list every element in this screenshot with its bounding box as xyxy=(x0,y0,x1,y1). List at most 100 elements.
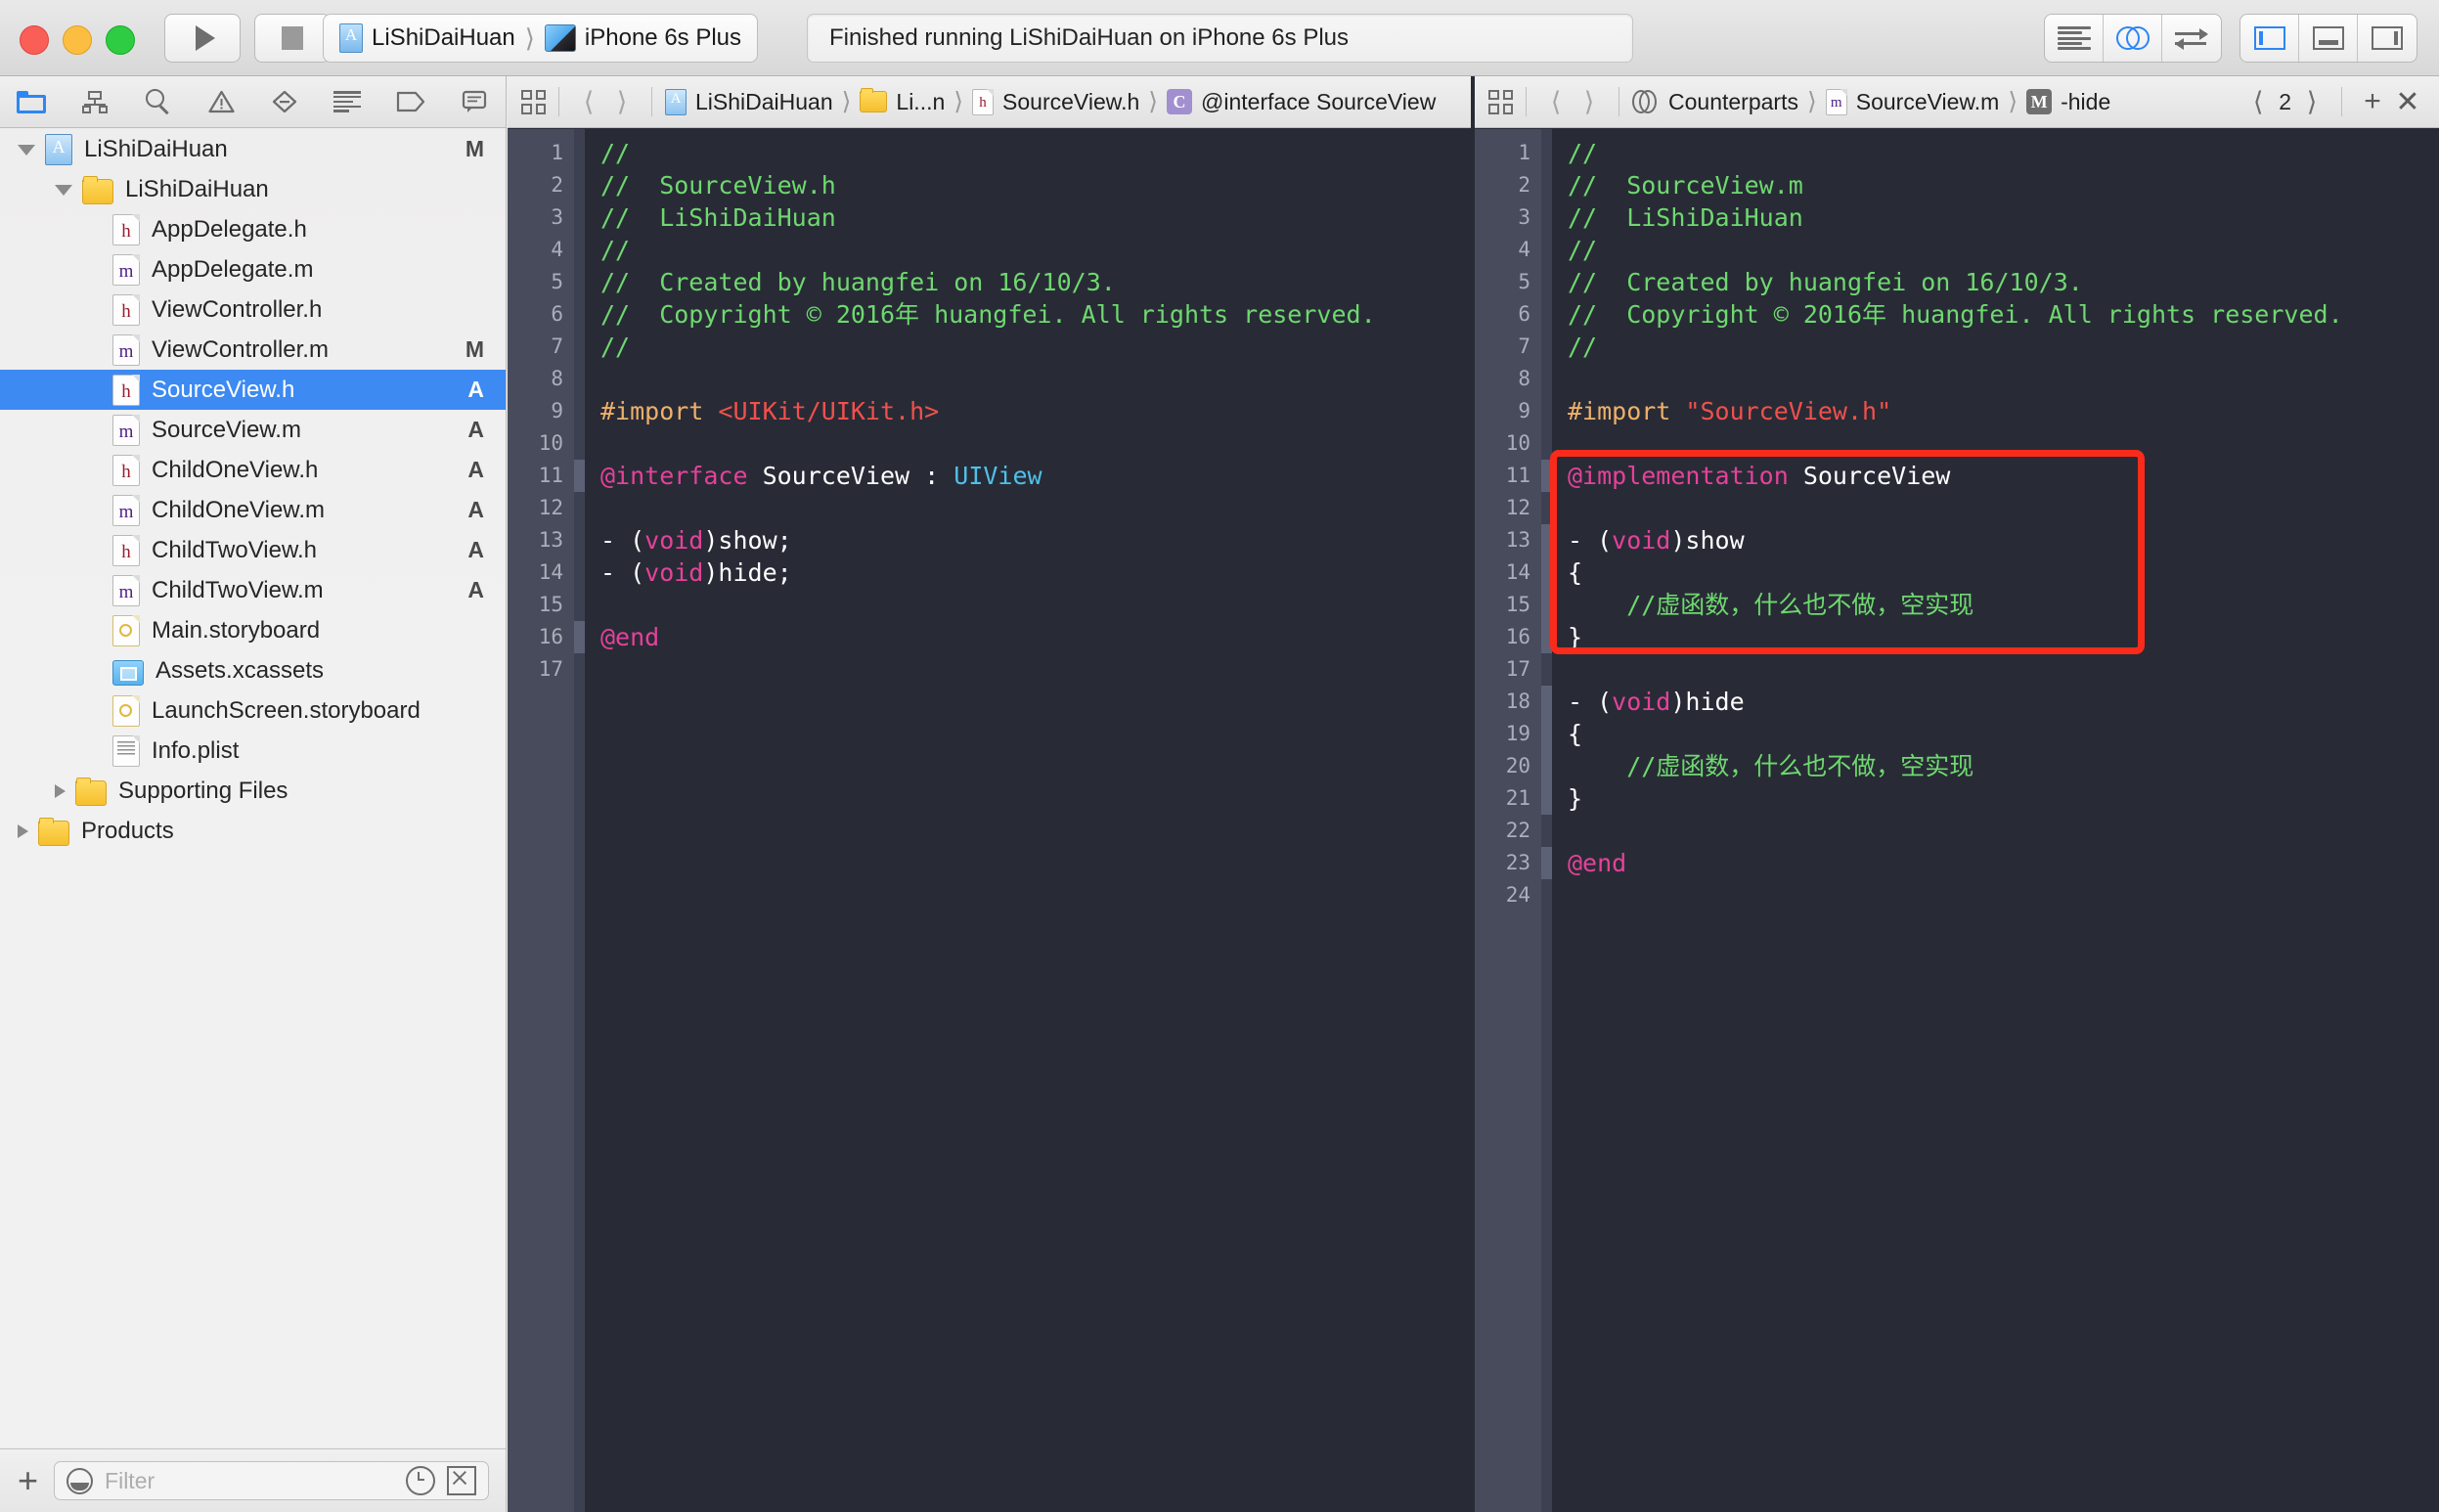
line-number: 2 xyxy=(1518,173,1530,197)
navigator-tab-bar[interactable] xyxy=(0,76,506,128)
code-token: // Created by huangfei on 16/10/3. xyxy=(600,268,1116,296)
code-line: #import "SourceView.h" xyxy=(1568,395,2439,427)
list-item[interactable]: m ChildTwoView.m A xyxy=(0,570,506,610)
scheme-destination[interactable]: iPhone 6s Plus xyxy=(544,24,741,52)
breadcrumb-file[interactable]: h SourceView.h xyxy=(972,88,1140,115)
code-line: // LiShiDaiHuan xyxy=(1568,201,2439,234)
impl-file-icon: m xyxy=(112,253,140,286)
add-file-button[interactable]: + xyxy=(18,1463,38,1498)
scheme-project[interactable]: LiShiDaiHuan xyxy=(339,23,515,53)
previous-counterpart-button[interactable]: ⟨ xyxy=(2241,87,2275,117)
assistant-editor-button[interactable] xyxy=(2104,15,2162,62)
list-item[interactable]: Products xyxy=(0,811,506,851)
list-item[interactable]: m AppDelegate.m xyxy=(0,249,506,289)
toggle-navigator-button[interactable] xyxy=(2240,15,2299,62)
source-control-filter-icon[interactable] xyxy=(447,1466,477,1495)
stop-button[interactable] xyxy=(254,14,331,63)
breadcrumb-symbol[interactable]: M -hide xyxy=(2026,89,2110,115)
list-item[interactable]: m ChildOneView.m A xyxy=(0,490,506,530)
sidebar-item-report-navigator[interactable] xyxy=(442,76,506,127)
project-file-tree[interactable]: LiShiDaiHuan M LiShiDaiHuan h AppDelegate.h m… xyxy=(0,129,506,1447)
toggle-utilities-button[interactable] xyxy=(2358,15,2417,62)
code-text-left[interactable]: // // SourceView.h // LiShiDaiHuan // // Cre… xyxy=(585,129,1471,1512)
list-item[interactable]: m SourceView.m A xyxy=(0,410,506,450)
list-item[interactable]: h ViewController.h xyxy=(0,289,506,330)
sidebar-item-symbol-navigator[interactable] xyxy=(64,76,127,127)
sidebar-item-debug-navigator[interactable] xyxy=(316,76,379,127)
disclosure-triangle-icon[interactable] xyxy=(18,823,28,838)
filter-field[interactable] xyxy=(54,1461,490,1500)
standard-editor-button[interactable] xyxy=(2045,15,2104,62)
related-items-icon[interactable] xyxy=(1488,89,1513,114)
list-item[interactable]: Main.storyboard xyxy=(0,610,506,650)
view-toggle-segmented-control[interactable] xyxy=(2239,14,2417,63)
toggle-debug-area-button[interactable] xyxy=(2299,15,2358,62)
divider xyxy=(2341,87,2342,116)
close-window-button[interactable] xyxy=(20,25,49,55)
version-editor-button[interactable] xyxy=(2162,15,2221,62)
go-forward-button[interactable]: ⟩ xyxy=(1573,87,1606,117)
line-number: 23 xyxy=(1505,851,1530,874)
go-back-button[interactable]: ⟨ xyxy=(1539,87,1573,117)
source-editor-left[interactable]: 1 2 3 4 5 6 7 8 9 10 11 12 13 14 15 16 17 //// SourceVie… xyxy=(508,129,1471,1512)
breadcrumb-project[interactable]: LiShiDaiHuan xyxy=(665,88,833,115)
code-token: )show; xyxy=(703,526,792,555)
code-text-right[interactable]: // // SourceView.m // LiShiDaiHuan // // Cre… xyxy=(1552,129,2439,1512)
breadcrumb-label: SourceView.h xyxy=(1002,88,1140,114)
breadcrumb-counterparts[interactable]: Counterparts xyxy=(1632,88,1798,115)
code-line: // Copyright © 2016年 huangfei. All right… xyxy=(1568,298,2439,331)
code-token: // xyxy=(600,139,631,167)
list-item[interactable]: LiShiDaiHuan M xyxy=(0,129,506,169)
divider xyxy=(558,87,559,116)
code-line: { xyxy=(1568,718,2439,750)
related-items-icon[interactable] xyxy=(521,89,546,114)
sidebar-item-breakpoint-navigator[interactable] xyxy=(379,76,443,127)
list-item[interactable]: Assets.xcassets xyxy=(0,650,506,690)
line-number: 3 xyxy=(551,205,563,229)
disclosure-triangle-icon[interactable] xyxy=(55,783,66,798)
sidebar-item-find-navigator[interactable] xyxy=(126,76,190,127)
code-token: { xyxy=(1568,720,1583,748)
sidebar-item-project-navigator[interactable] xyxy=(0,76,64,127)
add-assistant-editor-button[interactable]: + xyxy=(2355,85,2390,118)
search-input[interactable] xyxy=(103,1466,397,1495)
jump-bar-left[interactable]: ⟨ ⟩ LiShiDaiHuan ⟩ Li...n ⟩ h SourceView… xyxy=(508,76,1471,128)
list-item[interactable]: LiShiDaiHuan xyxy=(0,169,506,209)
list-item[interactable]: h ChildOneView.h A xyxy=(0,450,506,490)
go-forward-button[interactable]: ⟩ xyxy=(605,87,639,117)
jump-bar-right[interactable]: ⟨ ⟩ Counterparts ⟩ m SourceView.m ⟩ M -h… xyxy=(1475,76,2439,128)
code-token: @end xyxy=(1568,849,1627,877)
disclosure-triangle-icon[interactable] xyxy=(55,185,72,196)
list-item[interactable]: m ViewController.m M xyxy=(0,330,506,370)
recent-files-icon[interactable] xyxy=(406,1466,436,1495)
list-item[interactable]: h SourceView.h A xyxy=(0,370,506,410)
code-token: // Created by huangfei on 16/10/3. xyxy=(1568,268,2083,296)
list-item[interactable]: Supporting Files xyxy=(0,771,506,811)
minimize-window-button[interactable] xyxy=(63,25,92,55)
sidebar-item-test-navigator[interactable] xyxy=(253,76,317,127)
close-assistant-editor-button[interactable]: ✕ xyxy=(2390,85,2425,119)
list-item[interactable]: h ChildTwoView.h A xyxy=(0,530,506,570)
breadcrumb-file[interactable]: m SourceView.m xyxy=(1825,88,1999,115)
editor-mode-segmented-control[interactable] xyxy=(2044,14,2222,63)
list-item[interactable]: h AppDelegate.h xyxy=(0,209,506,249)
divider xyxy=(651,87,652,116)
line-number: 8 xyxy=(1518,367,1530,390)
disclosure-triangle-icon[interactable] xyxy=(18,145,35,156)
report-lines-icon xyxy=(333,91,362,112)
scheme-selector[interactable]: LiShiDaiHuan ⟩ iPhone 6s Plus xyxy=(323,14,759,63)
breadcrumb-group[interactable]: Li...n xyxy=(860,88,945,115)
next-counterpart-button[interactable]: ⟩ xyxy=(2295,87,2328,117)
code-token: - ( xyxy=(600,558,645,587)
run-button[interactable] xyxy=(164,14,241,63)
assistant-editor: ⟨ ⟩ Counterparts ⟩ m SourceView.m ⟩ M -h… xyxy=(1475,76,2439,1512)
source-editor-right[interactable]: 1 2 3 4 5 6 7 8 9 10 11 12 13 14 15 16 17 18 19 20 21 22 23 24 … xyxy=(1475,129,2439,1512)
list-item[interactable]: LaunchScreen.storyboard xyxy=(0,690,506,731)
list-item[interactable]: Info.plist xyxy=(0,731,506,771)
sidebar-item-issue-navigator[interactable] xyxy=(190,76,253,127)
maximize-window-button[interactable] xyxy=(106,25,135,55)
breadcrumb-symbol[interactable]: C @interface SourceView xyxy=(1167,89,1436,115)
go-back-button[interactable]: ⟨ xyxy=(572,87,605,117)
